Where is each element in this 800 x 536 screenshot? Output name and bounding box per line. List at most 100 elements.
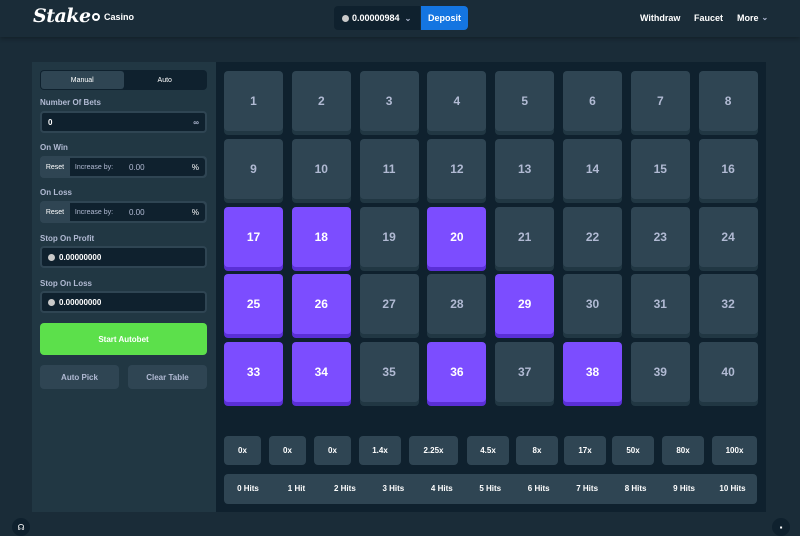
currency-icon xyxy=(48,298,55,306)
multiplier-5: 4.5x xyxy=(467,436,509,465)
casino-icon xyxy=(92,13,100,21)
tile-29[interactable]: 29 xyxy=(495,274,555,335)
tile-16[interactable]: 16 xyxy=(698,138,758,199)
infinity-icon[interactable]: ∞ xyxy=(193,118,199,127)
stop-on-loss-value: 0.00000000 xyxy=(59,297,102,307)
hits-label-4: 4 Hits xyxy=(430,484,453,493)
start-autobet-button[interactable]: Start Autobet xyxy=(40,323,207,355)
tile-17[interactable]: 17 xyxy=(224,206,283,267)
tile-23[interactable]: 23 xyxy=(630,206,690,267)
hits-label-1: 1 Hit xyxy=(287,484,306,493)
tile-26[interactable]: 26 xyxy=(291,274,351,335)
currency-icon xyxy=(342,14,349,22)
tab-manual[interactable]: Manual xyxy=(41,71,124,89)
multiplier-7: 17x xyxy=(564,436,606,465)
hits-label-3: 3 Hits xyxy=(382,484,405,493)
hits-label-2: 2 Hits xyxy=(333,484,356,493)
on-win-label: On Win xyxy=(40,143,68,152)
multiplier-3: 1.4x xyxy=(359,436,401,465)
tile-13[interactable]: 13 xyxy=(495,138,555,199)
bet-panel: Manual Auto Number Of Bets 0 ∞ On Win Re… xyxy=(32,62,216,512)
tile-11[interactable]: 11 xyxy=(359,138,419,199)
tile-22[interactable]: 22 xyxy=(563,206,622,267)
tile-30[interactable]: 30 xyxy=(563,274,622,335)
tile-20[interactable]: 20 xyxy=(427,206,487,267)
on-win-reset-button[interactable]: Reset xyxy=(40,156,70,178)
tile-34[interactable]: 34 xyxy=(291,342,351,403)
on-win-control: Reset Increase by: 0.00 % xyxy=(40,156,207,178)
hits-label-9: 9 Hits xyxy=(673,484,695,493)
on-win-increase-button[interactable]: Increase by: xyxy=(70,158,118,176)
tile-15[interactable]: 15 xyxy=(630,138,690,199)
tile-33[interactable]: 33 xyxy=(224,342,283,403)
on-loss-input[interactable]: 0.00 % xyxy=(118,203,205,221)
stake-logo[interactable]: Stake xyxy=(33,5,91,27)
tile-31[interactable]: 31 xyxy=(630,274,690,335)
mode-tabs: Manual Auto xyxy=(40,70,207,90)
tile-35[interactable]: 35 xyxy=(359,342,419,403)
tile-24[interactable]: 24 xyxy=(698,206,758,267)
wallet-balance: 0.00000984 xyxy=(352,13,400,23)
tile-27[interactable]: 27 xyxy=(359,274,419,335)
hits-label-10: 10 Hits xyxy=(719,484,746,493)
on-win-value: 0.00 xyxy=(129,162,145,172)
tile-37[interactable]: 37 xyxy=(495,342,555,403)
deposit-button[interactable]: Deposit xyxy=(421,6,468,30)
currency-icon xyxy=(48,253,55,261)
tile-25[interactable]: 25 xyxy=(224,274,283,335)
casino-label: Casino xyxy=(104,12,135,22)
number-of-bets-value: 0 xyxy=(48,117,53,127)
tile-36[interactable]: 36 xyxy=(427,342,487,403)
tile-18[interactable]: 18 xyxy=(291,206,351,267)
chat-icon[interactable]: ▪ xyxy=(772,518,790,536)
wallet-selector[interactable]: 0.00000984 ⌄ xyxy=(334,6,420,30)
multiplier-4: 2.25x xyxy=(409,436,458,465)
stop-on-profit-input[interactable]: 0.00000000 xyxy=(40,246,207,268)
clear-table-button[interactable]: Clear Table xyxy=(128,365,207,389)
stop-on-loss-input[interactable]: 0.00000000 xyxy=(40,291,207,313)
tile-40[interactable]: 40 xyxy=(698,342,758,403)
tile-4[interactable]: 4 xyxy=(427,71,487,131)
percent-icon: % xyxy=(191,207,199,217)
percent-icon: % xyxy=(191,162,199,172)
tile-12[interactable]: 12 xyxy=(427,138,487,199)
multiplier-9: 80x xyxy=(662,436,704,465)
more-label: More xyxy=(737,13,759,23)
on-loss-increase-button[interactable]: Increase by: xyxy=(70,203,118,221)
number-of-bets-input[interactable]: 0 ∞ xyxy=(40,111,207,133)
support-icon[interactable]: ☊ xyxy=(12,518,30,536)
tile-2[interactable]: 2 xyxy=(291,71,351,131)
top-bar: Stake Casino 0.00000984 ⌄ Deposit Withdr… xyxy=(0,0,800,37)
tile-7[interactable]: 7 xyxy=(630,71,690,131)
tile-39[interactable]: 39 xyxy=(630,342,690,403)
hits-label-8: 8 Hits xyxy=(624,484,647,493)
casino-link[interactable]: Casino xyxy=(92,12,134,22)
chevron-down-icon: ⌄ xyxy=(404,13,412,23)
stop-on-profit-value: 0.00000000 xyxy=(59,252,102,262)
tile-3[interactable]: 3 xyxy=(359,71,419,131)
tile-10[interactable]: 10 xyxy=(291,138,351,199)
tile-28[interactable]: 28 xyxy=(427,274,487,335)
tile-8[interactable]: 8 xyxy=(698,71,758,131)
tile-19[interactable]: 19 xyxy=(359,206,419,267)
tab-auto[interactable]: Auto xyxy=(123,71,206,89)
tile-32[interactable]: 32 xyxy=(698,274,758,335)
tile-1[interactable]: 1 xyxy=(224,71,283,131)
tile-14[interactable]: 14 xyxy=(563,138,622,199)
on-win-input[interactable]: 0.00 % xyxy=(118,158,205,176)
hits-label-5: 5 Hits xyxy=(479,484,502,493)
hits-label-6: 6 Hits xyxy=(527,484,550,493)
tile-9[interactable]: 9 xyxy=(224,138,283,199)
tile-21[interactable]: 21 xyxy=(495,206,555,267)
tile-5[interactable]: 5 xyxy=(495,71,555,131)
number-of-bets-label: Number Of Bets xyxy=(40,98,101,107)
hits-label-0: 0 Hits xyxy=(237,484,259,493)
on-loss-reset-button[interactable]: Reset xyxy=(40,201,70,223)
tile-6[interactable]: 6 xyxy=(563,71,622,131)
faucet-link[interactable]: Faucet xyxy=(694,13,723,23)
withdraw-link[interactable]: Withdraw xyxy=(640,13,680,23)
auto-pick-button[interactable]: Auto Pick xyxy=(40,365,119,389)
tile-38[interactable]: 38 xyxy=(563,342,622,403)
on-loss-value: 0.00 xyxy=(129,207,145,217)
more-menu[interactable]: More ⌄ xyxy=(737,13,768,23)
